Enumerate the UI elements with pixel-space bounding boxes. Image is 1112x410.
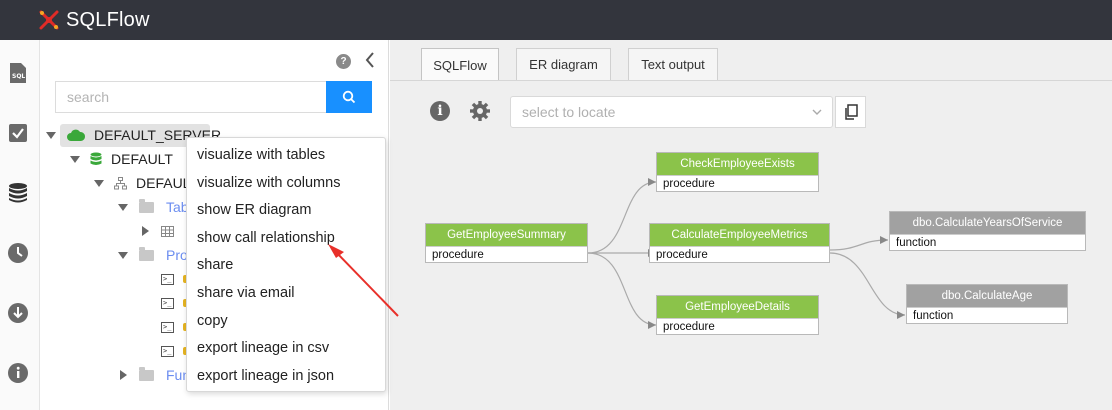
annotation-arrow [328,244,399,317]
